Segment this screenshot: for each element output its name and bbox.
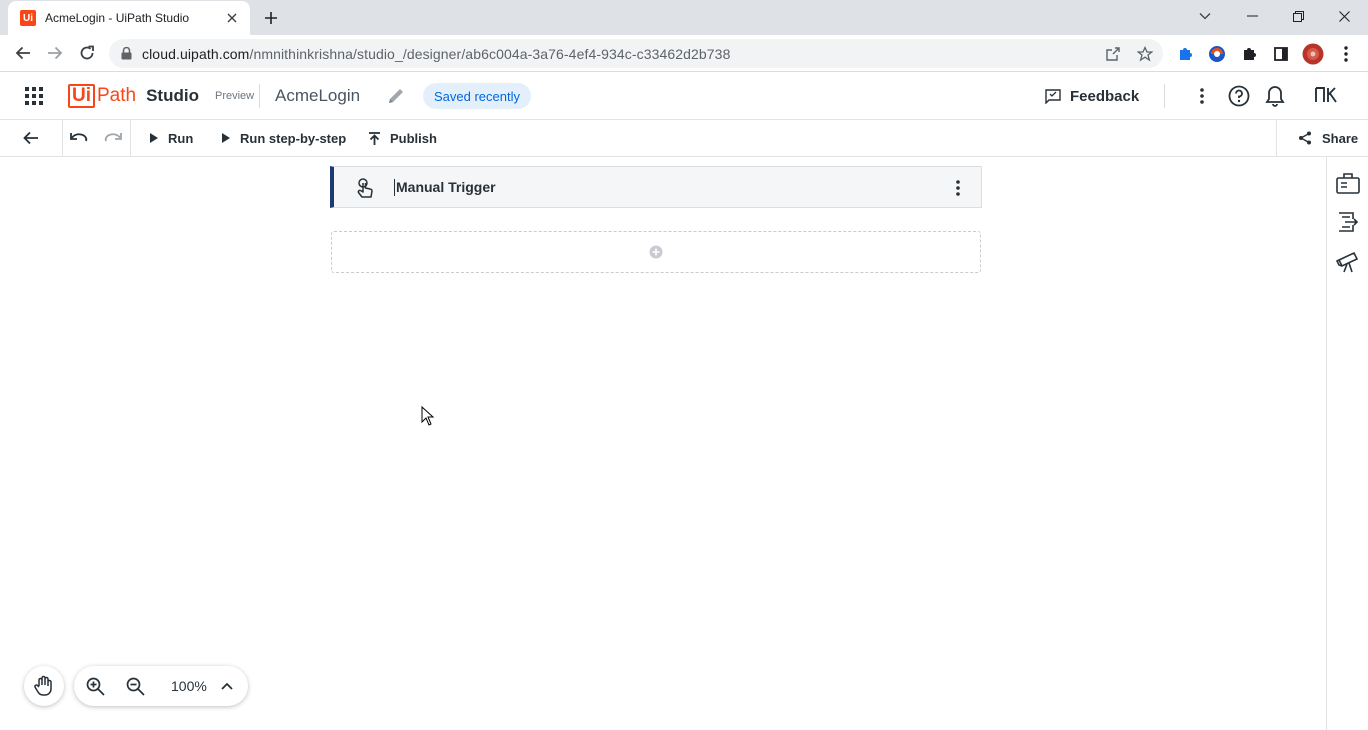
- trigger-label: Manual Trigger: [394, 179, 496, 196]
- designer-toolbar: Run Run step-by-step Publish Share: [0, 120, 1368, 157]
- minimize-window-icon[interactable]: [1229, 0, 1275, 32]
- close-tab-icon[interactable]: [224, 10, 240, 26]
- share-page-icon[interactable]: [1104, 45, 1122, 63]
- lock-icon: [121, 47, 132, 60]
- toolbar-divider: [130, 120, 131, 156]
- run-step-by-step-button[interactable]: Run step-by-step: [222, 120, 346, 156]
- back-arrow-icon[interactable]: [11, 41, 35, 65]
- uipath-studio-logo[interactable]: Ui Path Studio Preview: [68, 84, 254, 108]
- toolbar-divider: [62, 120, 63, 156]
- extension-globe-icon[interactable]: [1207, 44, 1227, 64]
- app-launcher-grid-icon[interactable]: [25, 87, 43, 105]
- url-text: cloud.uipath.com/nmnithinkrishna/studio_…: [142, 46, 730, 62]
- preview-badge: Preview: [214, 90, 255, 102]
- zoom-controls: 100%: [74, 666, 248, 706]
- save-status-chip: Saved recently: [423, 83, 531, 109]
- play-icon: [222, 133, 230, 143]
- zoom-out-icon[interactable]: [125, 676, 145, 696]
- browser-menu-kebab-icon[interactable]: [1336, 44, 1356, 64]
- more-options-kebab-icon[interactable]: [1200, 88, 1204, 104]
- add-activity-slot[interactable]: [331, 231, 981, 273]
- header-divider: [259, 84, 260, 108]
- publish-label: Publish: [390, 130, 437, 146]
- toolbox-briefcase-icon[interactable]: [1335, 170, 1361, 196]
- new-tab-plus-icon[interactable]: [261, 8, 281, 28]
- close-window-icon[interactable]: [1321, 0, 1367, 32]
- telescope-explorer-icon[interactable]: [1335, 249, 1361, 275]
- brand-product: Studio: [146, 86, 199, 105]
- browser-tab-strip: Ui AcmeLogin - UiPath Studio: [0, 0, 1368, 35]
- app-header: Ui Path Studio Preview AcmeLogin Saved r…: [0, 72, 1368, 120]
- publish-upload-icon: [369, 131, 380, 145]
- browser-address-bar: cloud.uipath.com/nmnithinkrishna/studio_…: [0, 35, 1368, 72]
- feedback-button[interactable]: Feedback: [1045, 86, 1139, 106]
- omnibox[interactable]: cloud.uipath.com/nmnithinkrishna/studio_…: [109, 39, 1163, 68]
- run-step-by-step-label: Run step-by-step: [240, 130, 347, 146]
- share-icon: [1299, 131, 1311, 145]
- workflow-canvas[interactable]: Manual Trigger: [0, 157, 1326, 730]
- url-host: cloud.uipath.com: [142, 45, 250, 62]
- share-button[interactable]: Share: [1298, 120, 1358, 156]
- run-label: Run: [168, 130, 194, 146]
- trigger-kebab-menu-icon[interactable]: [949, 178, 967, 198]
- hand-pan-icon: [34, 675, 52, 696]
- back-button[interactable]: [0, 120, 62, 156]
- undo-icon: [70, 133, 88, 142]
- rename-pencil-icon[interactable]: [386, 86, 406, 106]
- redo-button[interactable]: [100, 120, 126, 156]
- undo-button[interactable]: [66, 120, 92, 156]
- manual-trigger-card[interactable]: Manual Trigger: [330, 166, 982, 208]
- zoom-menu-chevron-up-icon[interactable]: [217, 676, 237, 696]
- play-icon: [150, 133, 158, 143]
- redo-icon: [104, 133, 122, 142]
- share-label: Share: [1322, 130, 1359, 146]
- extensions-puzzle-icon[interactable]: [1239, 44, 1259, 64]
- properties-panel-icon[interactable]: [1335, 209, 1361, 235]
- user-avatar-initials[interactable]: NK: [1314, 85, 1338, 105]
- extension-blue-puzzle-icon[interactable]: [1175, 44, 1195, 64]
- back-arrow-icon: [23, 131, 38, 145]
- notifications-bell-icon[interactable]: [1265, 85, 1285, 107]
- zoom-in-icon[interactable]: [85, 676, 105, 696]
- brand-ui: Ui: [68, 84, 95, 108]
- brand-path: Path: [97, 85, 137, 106]
- uipath-favicon-icon: Ui: [20, 10, 36, 26]
- url-path: /nmnithinkrishna/studio_/designer/ab6c00…: [249, 45, 731, 62]
- add-plus-circle-icon: [649, 245, 663, 259]
- zoom-level: 100%: [171, 678, 207, 694]
- help-icon[interactable]: [1228, 85, 1250, 107]
- browser-tab[interactable]: Ui AcmeLogin - UiPath Studio: [8, 1, 250, 35]
- restore-window-icon[interactable]: [1275, 0, 1321, 32]
- header-divider-right: [1164, 84, 1165, 108]
- right-side-rail: [1326, 157, 1368, 730]
- pan-hand-button[interactable]: [24, 666, 64, 706]
- browser-tab-title: AcmeLogin - UiPath Studio: [45, 11, 190, 25]
- toolbar-divider: [1276, 120, 1277, 156]
- project-name: AcmeLogin: [275, 86, 361, 105]
- run-button[interactable]: Run: [150, 120, 193, 156]
- forward-arrow-icon[interactable]: [43, 41, 67, 65]
- reload-icon[interactable]: [75, 41, 99, 65]
- hand-pointer-trigger-icon: [354, 177, 376, 199]
- feedback-icon: [1045, 88, 1061, 104]
- mouse-pointer-icon: [421, 406, 435, 426]
- feedback-label: Feedback: [1070, 87, 1140, 105]
- tab-search-chevron-icon[interactable]: [1182, 0, 1228, 32]
- profile-avatar[interactable]: [1302, 43, 1324, 65]
- bookmark-star-icon[interactable]: [1136, 45, 1154, 63]
- side-panel-icon[interactable]: [1271, 44, 1291, 64]
- publish-button[interactable]: Publish: [369, 120, 437, 156]
